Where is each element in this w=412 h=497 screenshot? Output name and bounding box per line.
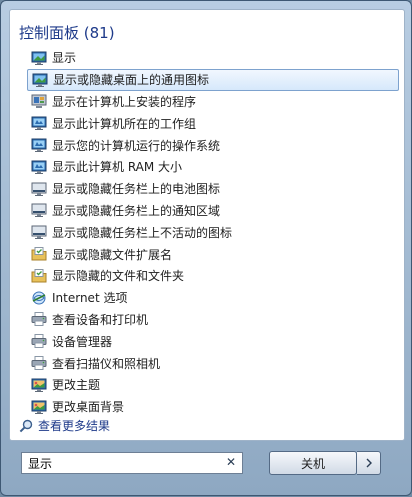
result-item[interactable]: 显示或隐藏任务栏上的通知区域 [27,200,399,222]
result-item[interactable]: 显示 [27,47,399,69]
result-item[interactable]: 设备管理器 [27,330,399,352]
result-item-label: 显示或隐藏任务栏上的电池图标 [52,182,221,197]
programs-icon [31,93,47,109]
result-item-label: 显示 [52,51,77,66]
result-item-label: 显示此计算机所在的工作组 [52,116,197,131]
result-item[interactable]: Internet 选项 [27,287,399,309]
shutdown-options-button[interactable] [357,451,381,475]
folder-options-icon [31,268,47,284]
result-item-label: 查看扫描仪和照相机 [52,356,161,371]
chevron-right-icon [366,458,372,468]
clear-search-icon[interactable]: ✕ [226,455,236,469]
result-item-label: 显示或隐藏任务栏上的通知区域 [52,203,221,218]
internet-options-icon [31,290,47,306]
bottom-bar: ✕ 关机 [1,441,412,497]
magnifier-icon [18,418,34,434]
result-item[interactable]: 更改主题 [27,374,399,396]
result-item-label: 显示在计算机上安装的程序 [52,94,197,109]
see-more-results-link[interactable]: 查看更多结果 [18,417,110,434]
result-item[interactable]: 查看扫描仪和照相机 [27,352,399,374]
result-item[interactable]: 显示隐藏的文件和文件夹 [27,265,399,287]
result-item[interactable]: 显示在计算机上安装的程序 [27,91,399,113]
result-item[interactable]: 显示此计算机所在的工作组 [27,112,399,134]
folder-options-icon [31,246,47,262]
result-item-label: 显示或隐藏文件扩展名 [52,247,173,262]
result-item-label: 显示此计算机 RAM 大小 [52,160,183,175]
result-item-label: 显示您的计算机运行的操作系统 [52,138,221,153]
search-box: ✕ [21,452,243,474]
result-item[interactable]: 显示或隐藏任务栏上的电池图标 [27,178,399,200]
start-menu: 控制面板 (81) 显示显示或隐藏桌面上的通用图标 显示在计算机上安装的程序 显示此… [0,0,412,496]
result-item-label: 显示隐藏的文件和文件夹 [52,269,185,284]
display-icon [31,50,47,66]
see-more-results-label: 查看更多结果 [38,419,111,433]
taskbar-icon [31,224,47,240]
system-icon [31,137,47,153]
result-item[interactable]: 显示您的计算机运行的操作系统 [27,134,399,156]
search-results-panel: 控制面板 (81) 显示显示或隐藏桌面上的通用图标 显示在计算机上安装的程序 显示此… [9,9,405,441]
result-item-label: Internet 选项 [52,291,128,306]
result-item[interactable]: 显示此计算机 RAM 大小 [27,156,399,178]
result-item[interactable]: 显示或隐藏桌面上的通用图标 [27,68,399,91]
result-item-label: 更改主题 [52,378,101,393]
printer-icon [31,355,47,371]
result-item[interactable]: 更改桌面背景 [27,396,399,418]
printer-icon [31,333,47,349]
personalization-icon [31,377,47,393]
section-title: 控制面板 (81) [19,24,115,42]
taskbar-icon [31,181,47,197]
result-item-label: 更改桌面背景 [52,400,125,415]
system-icon [31,159,47,175]
result-item[interactable]: 显示或隐藏文件扩展名 [27,243,399,265]
result-list: 显示 显示或隐藏桌面上的通用图标 显示在计算机上安装的程序 显示此计算机所在的工作组显… [27,47,399,418]
taskbar-icon [31,202,47,218]
result-item-label: 设备管理器 [52,334,113,349]
result-item-label: 显示或隐藏任务栏上不活动的图标 [52,225,233,240]
result-item[interactable]: 查看设备和打印机 [27,309,399,331]
personalization-icon [31,399,47,415]
result-item-label: 显示或隐藏桌面上的通用图标 [53,73,210,88]
result-item[interactable]: 显示或隐藏任务栏上不活动的图标 [27,221,399,243]
display-icon [32,72,48,88]
shutdown-button[interactable]: 关机 [269,451,357,475]
printer-icon [31,311,47,327]
search-input[interactable] [22,456,218,470]
result-item-label: 查看设备和打印机 [52,312,149,327]
system-icon [31,115,47,131]
